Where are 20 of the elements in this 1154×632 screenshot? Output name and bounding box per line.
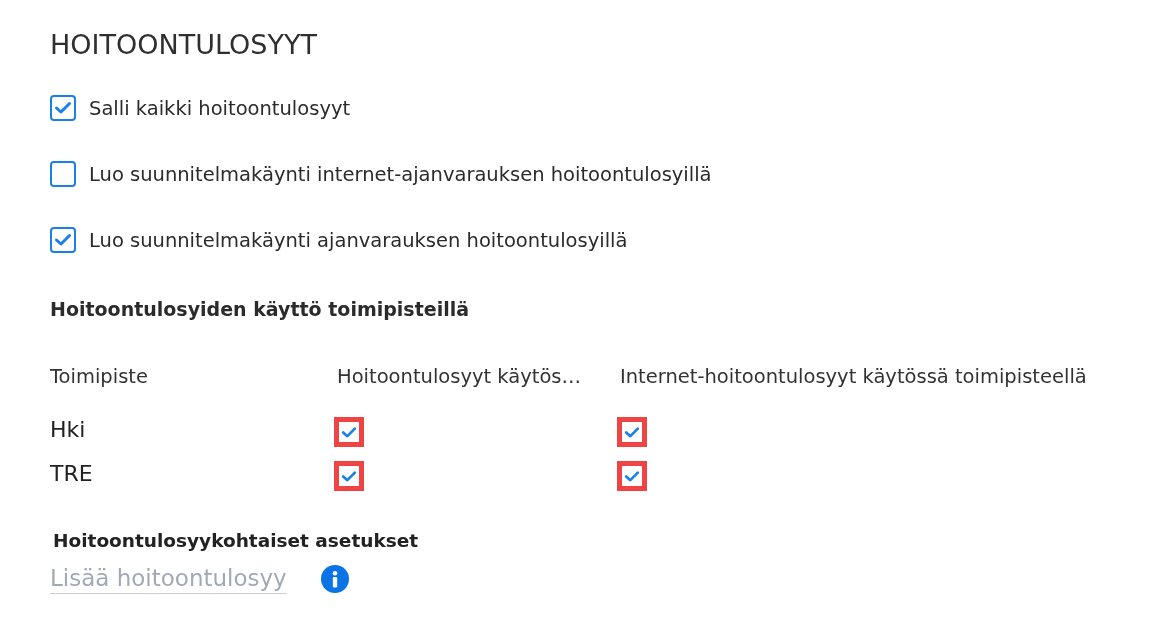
unit-name: TRE [50, 460, 94, 488]
checkbox[interactable] [50, 227, 76, 253]
checkbox[interactable] [617, 461, 647, 491]
unit-name: Hki [50, 416, 87, 444]
checkbox-label: Luo suunnitelmakäynti internet-ajanvarauksen hoitoontulosyillä [89, 162, 712, 186]
checkbox[interactable] [617, 417, 647, 447]
checkbox[interactable] [334, 417, 364, 447]
add-reason-link[interactable]: Lisää hoitoontulosyy [50, 563, 287, 594]
checkbox[interactable] [50, 95, 76, 121]
section-heading: HOITOONTULOSYYT [50, 28, 318, 62]
checkbox[interactable] [334, 461, 364, 491]
column-header: Toimipiste [50, 365, 149, 389]
column-header: Internet-hoitoontulosyyt käytössä toimipisteellä [620, 365, 1088, 389]
checkbox-label: Luo suunnitelmakäynti ajanvarauksen hoitoontulosyillä [89, 228, 628, 252]
checkbox-label: Salli kaikki hoitoontulosyyt [89, 96, 351, 120]
checkbox[interactable] [50, 161, 76, 187]
info-icon[interactable] [320, 564, 349, 593]
subsection-heading: Hoitoontulosyykohtaiset asetukset [53, 529, 420, 553]
column-header: Hoitoontulosyyt käytös… [337, 365, 582, 389]
subsection-heading: Hoitoontulosyiden käyttö toimipisteillä [50, 297, 470, 321]
